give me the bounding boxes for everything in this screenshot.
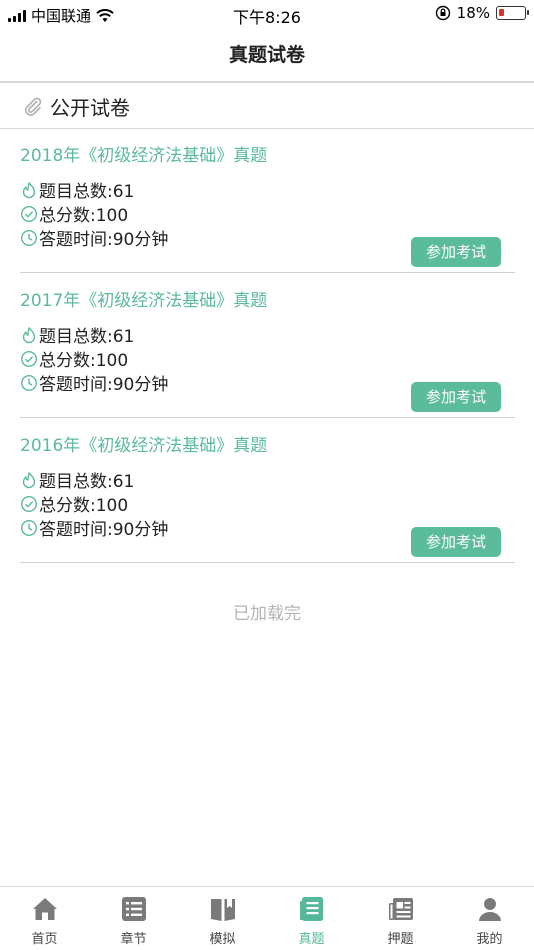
check-circle-icon [20,495,38,512]
tab-bar: 首页 章节 模拟 真题 押题 我的 [0,886,534,950]
tab-label: 押题 [387,932,414,947]
tab-label: 我的 [476,932,503,947]
home-icon [32,898,57,920]
section-title: 公开试卷 [50,96,130,120]
total-score-label: 总分数:100 [39,206,129,226]
question-count: 题目总数:61 [20,322,134,347]
tab-chapters[interactable]: 章节 [89,887,178,950]
clock-icon [20,374,38,391]
time-limit: 答题时间:90分钟 [20,370,168,395]
battery-icon [496,6,529,20]
question-count-label: 题目总数:61 [39,182,135,202]
list-icon [121,897,146,921]
question-count: 题目总数:61 [20,467,134,492]
flame-icon [22,181,36,198]
question-count-label: 题目总数:61 [39,327,135,347]
clock-icon [20,229,38,246]
time-limit: 答题时间:90分钟 [20,515,168,540]
question-count: 题目总数:61 [20,177,134,202]
clock-icon [20,519,38,536]
time-limit-label: 答题时间:90分钟 [39,230,169,250]
total-score: 总分数:100 [20,491,128,516]
tab-predicted[interactable]: 押题 [356,887,445,950]
tab-label: 章节 [120,932,147,947]
join-exam-button[interactable]: 参加考试 [411,527,501,557]
question-count-label: 题目总数:61 [39,472,135,492]
total-score: 总分数:100 [20,346,128,371]
book-icon [210,899,235,921]
status-right: 18% [435,4,529,22]
tab-mock[interactable]: 模拟 [178,887,267,950]
flame-icon [22,326,36,343]
person-icon [478,898,501,921]
join-exam-button[interactable]: 参加考试 [411,237,501,267]
flame-icon [22,471,36,488]
tab-label: 模拟 [209,932,236,947]
tab-label: 真题 [298,932,325,947]
total-score-label: 总分数:100 [39,351,129,371]
exam-title[interactable]: 2016年《初级经济法基础》真题 [20,431,267,456]
exam-title[interactable]: 2017年《初级经济法基础》真题 [20,286,267,311]
time-limit-label: 答题时间:90分钟 [39,375,169,395]
exam-card: 2018年《初级经济法基础》真题 题目总数:61 总分数:100 答题时间:90… [20,129,515,273]
section-header: 公开试卷 [0,85,534,129]
time-limit-label: 答题时间:90分钟 [39,520,169,540]
check-circle-icon [20,205,38,222]
tab-profile[interactable]: 我的 [445,887,534,950]
join-exam-button[interactable]: 参加考试 [411,382,501,412]
navigation-bar: 真题试卷 [0,28,534,83]
list-end-label: 已加载完 [233,604,301,624]
orientation-lock-icon [435,5,450,21]
time-limit: 答题时间:90分钟 [20,225,168,250]
exam-card: 2016年《初级经济法基础》真题 题目总数:61 总分数:100 答题时间:90… [20,419,515,563]
tab-home[interactable]: 首页 [0,887,89,950]
paperclip-icon [25,97,42,116]
document-icon [299,897,323,921]
newspaper-icon [388,898,413,920]
battery-percent: 18% [456,4,490,22]
tab-label: 首页 [31,932,58,947]
status-bar: 中国联通 下午8:26 18% [0,0,534,28]
exam-card: 2017年《初级经济法基础》真题 题目总数:61 总分数:100 答题时间:90… [20,274,515,418]
page-title: 真题试卷 [228,44,305,66]
check-circle-icon [20,350,38,367]
exam-title[interactable]: 2018年《初级经济法基础》真题 [20,141,267,166]
total-score-label: 总分数:100 [39,496,129,516]
total-score: 总分数:100 [20,201,128,226]
tab-real-exams[interactable]: 真题 [267,887,356,950]
